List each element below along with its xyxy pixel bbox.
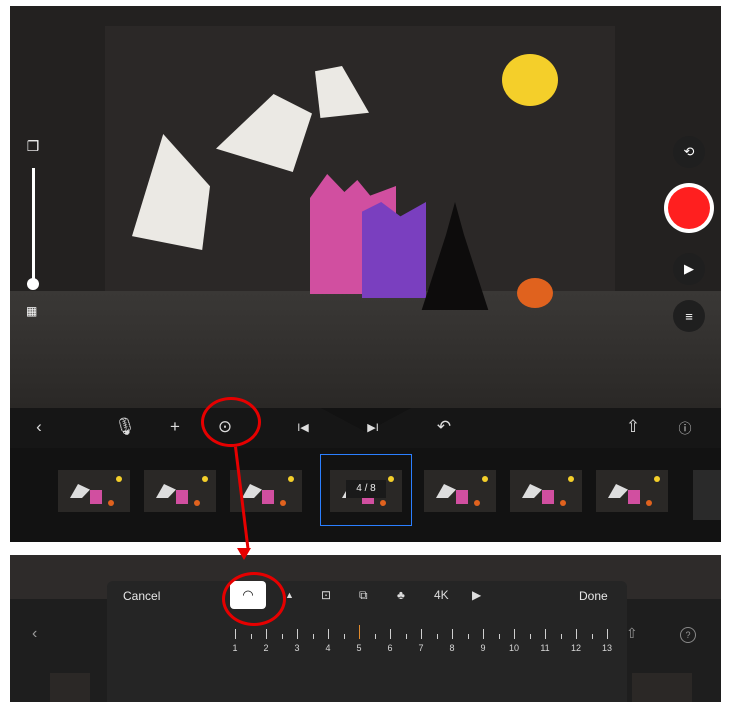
share-icon[interactable]: ⇧	[624, 416, 642, 438]
ruler-minor-tick	[467, 634, 469, 639]
chevron-left-icon[interactable]: ‹	[30, 416, 48, 438]
selected-frame-label: 4 / 8	[346, 480, 386, 498]
chevron-left-icon: ‹	[32, 625, 38, 642]
video-icon[interactable]: ▶	[472, 587, 481, 603]
record-indicator	[668, 187, 710, 229]
filmstrip-frame[interactable]	[424, 470, 496, 512]
done-button[interactable]: Done	[579, 589, 608, 603]
ruler-minor-tick	[405, 634, 407, 639]
pumpkin	[517, 278, 553, 308]
speed-ruler[interactable]: 1 2 3 4 5 6 7 8 9 10 11 12 13	[232, 625, 637, 653]
layers-icon[interactable]: ❐	[26, 138, 40, 154]
filmstrip-frame[interactable]	[144, 470, 216, 512]
playback-settings-sheet: Cancel Done ◠ ▲ ⊡ ⧉ ♣ 4K ▶ 1 2 3 4 5 6 7 8 9 10 11…	[107, 581, 627, 702]
stage-floor	[10, 291, 721, 408]
help-icon[interactable]: ⓘ	[676, 416, 694, 438]
aspect-icon[interactable]: ⊡	[321, 587, 331, 603]
ruler-major-tick	[235, 629, 236, 639]
color-icon[interactable]: ♣	[397, 587, 405, 603]
ruler-major-tick	[452, 629, 453, 639]
ruler-label: 10	[508, 643, 520, 653]
ruler-major-tick	[359, 625, 360, 639]
sliders-icon[interactable]: ≡	[673, 300, 705, 332]
timer-icon[interactable]: ⟲	[673, 136, 705, 168]
ruler-major-tick	[545, 629, 546, 639]
ruler-minor-tick	[436, 634, 438, 639]
highlight-circle-top	[201, 397, 261, 447]
ruler-label: 8	[449, 643, 455, 653]
skip-back-icon[interactable]: I◀	[294, 416, 312, 438]
ruler-label: 1	[232, 643, 238, 653]
ruler-major-tick	[390, 629, 391, 639]
app-screenshot-top: ❐ ▦ ⟲ ▶ ≡ ‹ 🎙 + ⊙ I◀ ▶I ↶ ⇧ ⓘ 4 / 8	[10, 6, 721, 542]
filmstrip-frame	[50, 673, 90, 702]
app-screenshot-bottom: ‹ ⇧ ? Cancel Done ◠ ▲ ⊡ ⧉ ♣ 4K ▶ 1234567…	[10, 555, 721, 702]
ruler-label: 13	[601, 643, 613, 653]
ruler-minor-tick	[560, 634, 562, 639]
ruler-minor-tick	[250, 634, 252, 639]
filmstrip-edge	[693, 470, 721, 520]
ruler-label: 9	[480, 643, 486, 653]
opacity-slider-knob[interactable]	[27, 278, 39, 290]
ruler-label: 3	[294, 643, 300, 653]
opacity-slider[interactable]	[32, 168, 35, 286]
ruler-major-tick	[607, 629, 608, 639]
filmstrip-frame	[632, 673, 692, 702]
ruler-major-tick	[421, 629, 422, 639]
ruler-label: 4	[325, 643, 331, 653]
ruler-label: 5	[356, 643, 362, 653]
ruler-label: 6	[387, 643, 393, 653]
ruler-major-tick	[576, 629, 577, 639]
ruler-major-tick	[483, 629, 484, 639]
ruler-label: 2	[263, 643, 269, 653]
triangle-up-icon: ▲	[285, 590, 294, 600]
camera-preview	[10, 6, 721, 408]
record-button[interactable]	[664, 183, 714, 233]
plus-icon[interactable]: +	[166, 416, 184, 438]
filmstrip-frame[interactable]	[58, 470, 130, 512]
ruler-minor-tick	[343, 634, 345, 639]
ruler-major-tick	[328, 629, 329, 639]
ruler-label: 12	[570, 643, 582, 653]
help-icon: ?	[680, 627, 696, 643]
cancel-button[interactable]: Cancel	[123, 589, 160, 603]
ruler-minor-tick	[498, 634, 500, 639]
ruler-minor-tick	[374, 634, 376, 639]
undo-icon[interactable]: ↶	[434, 416, 454, 438]
ruler-label: 11	[540, 643, 550, 653]
ruler-major-tick	[266, 629, 267, 639]
play-icon[interactable]: ▶	[673, 253, 705, 285]
annotation-arrow-head	[237, 548, 251, 560]
house-purple	[362, 202, 426, 298]
ruler-minor-tick	[281, 634, 283, 639]
filmstrip-frame[interactable]	[510, 470, 582, 512]
ruler-label: 7	[418, 643, 424, 653]
highlight-circle-bottom	[222, 572, 286, 626]
grid-icon[interactable]: ▦	[26, 304, 40, 318]
overlay-icon[interactable]: ⧉	[359, 587, 368, 603]
segment-4k[interactable]: 4K	[434, 587, 449, 603]
ruler-minor-tick	[591, 634, 593, 639]
moon	[502, 54, 558, 106]
microphone-icon[interactable]: 🎙	[114, 416, 136, 438]
ruler-minor-tick	[529, 634, 531, 639]
ruler-minor-tick	[312, 634, 314, 639]
skip-forward-icon[interactable]: ▶I	[364, 416, 382, 438]
ruler-major-tick	[297, 629, 298, 639]
filmstrip-frame[interactable]	[596, 470, 668, 512]
ruler-major-tick	[514, 629, 515, 639]
